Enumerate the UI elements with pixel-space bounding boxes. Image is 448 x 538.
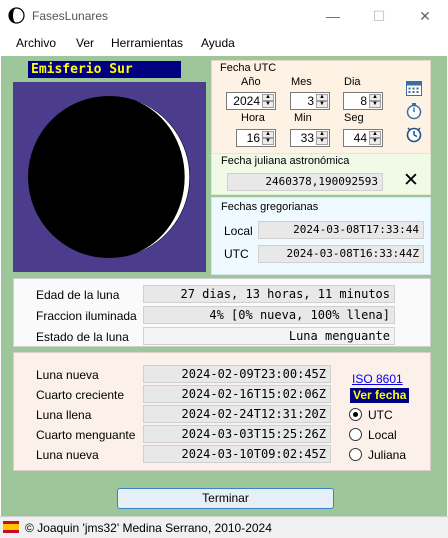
phase-date-field[interactable]: 2024-03-03T15:25:26Z [143, 425, 331, 443]
close-window-button[interactable]: ✕ [402, 0, 448, 32]
spin-up-icon[interactable]: ▲ [262, 94, 274, 101]
julian-date-field[interactable]: 2460378,190092593 [227, 173, 383, 191]
day-label: Dia [344, 76, 361, 88]
age-label: Edad de la luna [36, 288, 120, 302]
spin-down-icon[interactable]: ▼ [369, 138, 381, 145]
spin-up-icon[interactable]: ▲ [369, 131, 381, 138]
status-bar: © Joaquin 'jms32' Medina Serrano, 2010-2… [0, 516, 448, 538]
ver-fecha-label: Ver fecha [350, 388, 410, 403]
year-label: Año [241, 76, 261, 88]
menu-ver[interactable]: Ver [76, 36, 94, 50]
day-spinner[interactable]: 8 ▲ ▼ [343, 92, 383, 110]
gregorian-group-title: Fechas gregorianas [221, 201, 319, 213]
calendar-icon[interactable] [405, 79, 423, 97]
day-value: 8 [360, 94, 367, 108]
radio-juliana-label[interactable]: Juliana [368, 448, 406, 462]
iso-8601-link[interactable]: ISO 8601 [352, 372, 403, 386]
radio-utc-label[interactable]: UTC [368, 408, 393, 422]
spin-down-icon[interactable]: ▼ [262, 138, 274, 145]
second-label: Seg [344, 112, 364, 124]
minimize-button[interactable]: — [310, 0, 356, 32]
radio-local-label[interactable]: Local [368, 428, 397, 442]
phase-label: Luna llena [36, 408, 92, 422]
maximize-icon: ☐ [372, 7, 386, 24]
spin-down-icon[interactable]: ▼ [262, 101, 274, 108]
julian-group-title: Fecha juliana astronómica [221, 155, 350, 167]
local-label: Local [224, 224, 253, 238]
utc-label: UTC [224, 247, 249, 261]
month-spinner[interactable]: 3 ▲ ▼ [290, 92, 330, 110]
second-value: 44 [353, 131, 367, 145]
clock-icon[interactable] [405, 125, 423, 143]
minute-value: 33 [300, 131, 314, 145]
year-spinner[interactable]: 2024 ▲ ▼ [226, 92, 276, 110]
spin-up-icon[interactable]: ▲ [262, 131, 274, 138]
moon-drawing [28, 96, 190, 258]
month-label: Mes [291, 76, 312, 88]
hour-spinner[interactable]: 16 ▲ ▼ [236, 129, 276, 147]
phase-label: Cuarto creciente [36, 388, 125, 402]
local-date-field[interactable]: 2024-03-08T17:33:44 [258, 221, 424, 239]
title-bar: FasesLunares — ☐ ✕ [0, 0, 448, 32]
radio-local[interactable] [349, 428, 362, 441]
spin-down-icon[interactable]: ▼ [316, 101, 328, 108]
radio-juliana[interactable] [349, 448, 362, 461]
moon-image [13, 82, 206, 272]
terminar-button[interactable]: Terminar [117, 488, 334, 509]
window-title: FasesLunares [32, 9, 109, 23]
julian-date-group: Fecha juliana astronómica 2460378,190092… [211, 153, 431, 195]
second-spinner[interactable]: 44 ▲ ▼ [343, 129, 383, 147]
utc-group-title: Fecha UTC [220, 62, 277, 74]
phase-date-field[interactable]: 2024-03-10T09:02:45Z [143, 445, 331, 463]
spin-up-icon[interactable]: ▲ [369, 94, 381, 101]
timer-icon[interactable] [405, 102, 423, 120]
phase-date-field[interactable]: 2024-02-24T12:31:20Z [143, 405, 331, 423]
menu-ayuda[interactable]: Ayuda [201, 36, 235, 50]
minimize-icon: — [326, 8, 340, 24]
phase-label: Luna nueva [36, 448, 99, 462]
minute-label: Min [294, 112, 312, 124]
utc-date-group: Fecha UTC Año Mes Dia 2024 ▲ ▼ 3 ▲ ▼ 8 ▲ ▼ … [211, 60, 431, 154]
state-label: Estado de la luna [36, 330, 129, 344]
maximize-button[interactable]: ☐ [356, 0, 402, 32]
minute-spinner[interactable]: 33 ▲ ▼ [290, 129, 330, 147]
illumination-field[interactable]: 4% [0% nueva, 100% llena] [143, 306, 395, 324]
spin-down-icon[interactable]: ▼ [369, 101, 381, 108]
moon-app-icon [8, 7, 25, 24]
menu-herramientas[interactable]: Herramientas [111, 36, 183, 50]
state-field[interactable]: Luna menguante [143, 327, 395, 345]
illumination-label: Fraccion iluminada [36, 309, 137, 323]
phase-label: Cuarto menguante [36, 428, 136, 442]
clear-icon[interactable]: ✕ [403, 169, 419, 192]
phase-date-field[interactable]: 2024-02-09T23:00:45Z [143, 365, 331, 383]
month-value: 3 [307, 94, 314, 108]
spin-up-icon[interactable]: ▲ [316, 94, 328, 101]
menu-archivo[interactable]: Archivo [16, 36, 56, 50]
copyright-text: © Joaquin 'jms32' Medina Serrano, 2010-2… [25, 521, 272, 535]
age-field[interactable]: 27 dias, 13 horas, 11 minutos [143, 285, 395, 303]
spain-flag-icon [3, 521, 19, 533]
phase-label: Luna nueva [36, 368, 99, 382]
utc-date-field[interactable]: 2024-03-08T16:33:44Z [258, 245, 424, 263]
gregorian-dates-group: Fechas gregorianas Local 2024-03-08T17:3… [211, 197, 431, 275]
close-icon: ✕ [419, 7, 431, 24]
spin-up-icon[interactable]: ▲ [316, 131, 328, 138]
phases-panel: Luna nueva 2024-02-09T23:00:45Z Cuarto c… [13, 352, 431, 471]
hour-label: Hora [241, 112, 265, 124]
hour-value: 16 [246, 131, 260, 145]
menu-bar: Archivo Ver Herramientas Ayuda [0, 32, 448, 56]
phase-date-field[interactable]: 2024-02-16T15:02:06Z [143, 385, 331, 403]
hemisphere-label: Emisferio Sur [28, 61, 181, 78]
year-value: 2024 [233, 94, 260, 108]
radio-utc[interactable] [349, 408, 362, 421]
moon-info-panel: Edad de la luna 27 dias, 13 horas, 11 mi… [13, 278, 431, 347]
spin-down-icon[interactable]: ▼ [316, 138, 328, 145]
